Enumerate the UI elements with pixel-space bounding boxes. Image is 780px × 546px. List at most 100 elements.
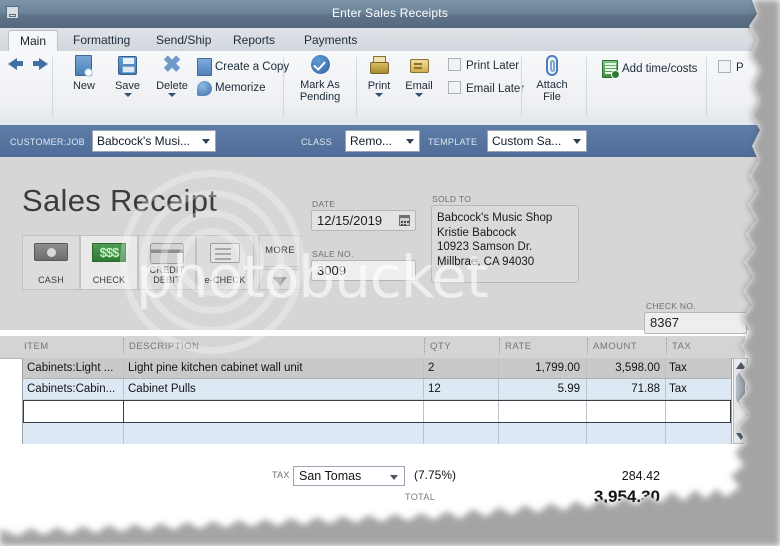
sold-to-line-1: Babcock's Music Shop xyxy=(437,212,553,224)
print-later-label[interactable]: Print Later xyxy=(466,60,519,72)
print-later-checkbox[interactable] xyxy=(448,58,461,71)
attach-file-button[interactable]: Attach File xyxy=(532,55,572,103)
template-label: TEMPLATE xyxy=(428,137,478,147)
arrow-right-tail xyxy=(33,61,39,66)
sale-no-value: 3009 xyxy=(317,263,346,278)
payment-method-credit-debit[interactable]: CREDIT DEBIT xyxy=(138,235,196,290)
template-select[interactable]: Custom Sa... xyxy=(487,130,587,152)
tab-formatting[interactable]: Formatting xyxy=(62,30,141,52)
attach-file-line1: Attach xyxy=(536,79,568,91)
class-select[interactable]: Remo... xyxy=(345,130,420,152)
tab-payments[interactable]: Payments xyxy=(293,30,368,52)
arrow-right-icon[interactable] xyxy=(39,58,48,70)
print-dropdown-caret-icon[interactable] xyxy=(375,93,383,97)
window-title: Enter Sales Receipts xyxy=(331,6,449,20)
more-payment-dropdown[interactable] xyxy=(259,269,301,290)
column-header-amount[interactable]: AMOUNT xyxy=(593,341,637,352)
process-payment-label[interactable]: P xyxy=(736,62,744,74)
tab-main[interactable]: Main xyxy=(8,30,58,52)
sold-to-address-field[interactable]: Babcock's Music Shop Kristie Babcock 109… xyxy=(431,205,579,283)
page-title: Sales Receipt xyxy=(22,183,218,218)
print-button[interactable]: Print xyxy=(364,55,394,97)
more-payment-methods-button[interactable]: MORE xyxy=(259,235,301,267)
header-divider xyxy=(123,338,125,354)
header-divider xyxy=(499,338,501,354)
sale-no-field[interactable]: 3009 xyxy=(311,260,416,281)
tax-code-select[interactable]: San Tomas xyxy=(293,466,405,486)
table-row[interactable] xyxy=(23,400,731,423)
payment-method-e-check[interactable]: e-CHECK xyxy=(196,235,254,290)
cell-description: Cabinet Pulls xyxy=(128,383,196,395)
column-header-item[interactable]: ITEM xyxy=(24,341,49,352)
attach-file-line2: File xyxy=(543,91,561,103)
payment-method-check[interactable]: $$$ CHECK xyxy=(80,235,138,290)
email-dropdown-caret-icon[interactable] xyxy=(415,93,423,97)
e-check-icon xyxy=(210,243,240,263)
email-button[interactable]: Email xyxy=(402,55,436,97)
customer-job-value: Babcock's Musi... xyxy=(97,134,190,148)
ribbon-divider-4 xyxy=(521,57,522,117)
table-row[interactable]: Cabinets:Light ... Light pine kitchen ca… xyxy=(23,358,731,379)
check-no-label: CHECK NO. xyxy=(646,301,696,311)
column-header-tax[interactable]: TAX xyxy=(672,341,691,352)
class-value: Remo... xyxy=(350,134,393,148)
cell-item: Cabinets:Light ... xyxy=(27,362,114,374)
template-value: Custom Sa... xyxy=(492,134,562,148)
tab-reports[interactable]: Reports xyxy=(222,30,286,52)
column-header-description[interactable]: DESCRIPTION xyxy=(129,341,199,352)
scrollbar-thumb[interactable] xyxy=(736,373,745,403)
mark-as-pending-button[interactable]: Mark As Pending xyxy=(294,55,346,103)
check-money-icon: $$$ xyxy=(92,243,126,262)
delete-dropdown-caret-icon[interactable] xyxy=(168,93,176,97)
line-items-grid: Cabinets:Light ... Light pine kitchen ca… xyxy=(22,358,732,444)
date-field[interactable]: 12/15/2019 xyxy=(311,210,416,231)
check-no-field[interactable]: 8367 xyxy=(644,312,747,334)
email-later-checkbox[interactable] xyxy=(448,81,461,94)
add-time-costs-label[interactable]: Add time/costs xyxy=(622,63,697,75)
delete-button[interactable]: ✖ Delete xyxy=(152,55,192,97)
scroll-down-arrow-icon[interactable] xyxy=(736,433,746,440)
delete-button-label: Delete xyxy=(156,80,188,92)
envelope-icon xyxy=(410,59,429,73)
total-amount-value: 3,954.30 xyxy=(593,487,660,506)
tax-label: TAX xyxy=(272,470,290,480)
table-row[interactable]: Cabinets:Cabin... Cabinet Pulls 12 5.99 … xyxy=(23,379,731,400)
delete-x-icon: ✖ xyxy=(162,51,182,77)
ribbon-divider xyxy=(52,57,53,117)
save-button[interactable]: Save xyxy=(110,55,145,97)
create-copy-icon xyxy=(197,58,212,76)
customer-job-label: CUSTOMER:JOB xyxy=(10,137,85,147)
scroll-up-arrow-icon[interactable] xyxy=(736,362,746,369)
table-row[interactable] xyxy=(23,423,731,444)
line-items-scrollbar[interactable] xyxy=(733,358,748,444)
column-header-rate[interactable]: RATE xyxy=(505,341,532,352)
chevron-down-icon xyxy=(573,139,581,144)
new-button[interactable]: New xyxy=(68,55,100,92)
email-button-label: Email xyxy=(405,80,433,92)
arrow-left-icon[interactable] xyxy=(8,58,17,70)
chevron-down-icon xyxy=(406,139,414,144)
cell-qty: 2 xyxy=(428,362,435,374)
date-value: 12/15/2019 xyxy=(317,213,383,228)
cell-rate: 1,799.00 xyxy=(535,362,580,374)
memorize-label[interactable]: Memorize xyxy=(215,82,265,94)
cell-description: Light pine kitchen cabinet wall unit xyxy=(128,362,303,374)
sale-no-label: SALE NO. xyxy=(312,249,354,259)
process-payment-checkbox[interactable] xyxy=(718,60,731,73)
tab-send-ship[interactable]: Send/Ship xyxy=(145,30,222,52)
check-no-value: 8367 xyxy=(650,315,679,330)
cell-amount: 71.88 xyxy=(631,383,660,395)
customer-job-select[interactable]: Babcock's Musi... xyxy=(92,130,216,152)
mark-pending-line1: Mark As xyxy=(300,79,340,91)
email-later-label[interactable]: Email Later xyxy=(466,83,524,95)
sold-to-line-3: 10923 Samson Dr. xyxy=(437,241,533,253)
calendar-icon[interactable] xyxy=(399,215,410,226)
save-dropdown-caret-icon[interactable] xyxy=(124,93,132,97)
ribbon-tabstrip: Main Formatting Send/Ship Reports Paymen… xyxy=(0,28,780,52)
cell-qty: 12 xyxy=(428,383,441,395)
payment-method-credit-line1: CREDIT xyxy=(149,265,185,275)
payment-method-cash[interactable]: CASH xyxy=(22,235,80,290)
customer-bar: CUSTOMER:JOB Babcock's Musi... CLASS Rem… xyxy=(0,125,780,157)
column-header-qty[interactable]: QTY xyxy=(430,341,451,352)
create-copy-label[interactable]: Create a Copy xyxy=(215,61,289,73)
